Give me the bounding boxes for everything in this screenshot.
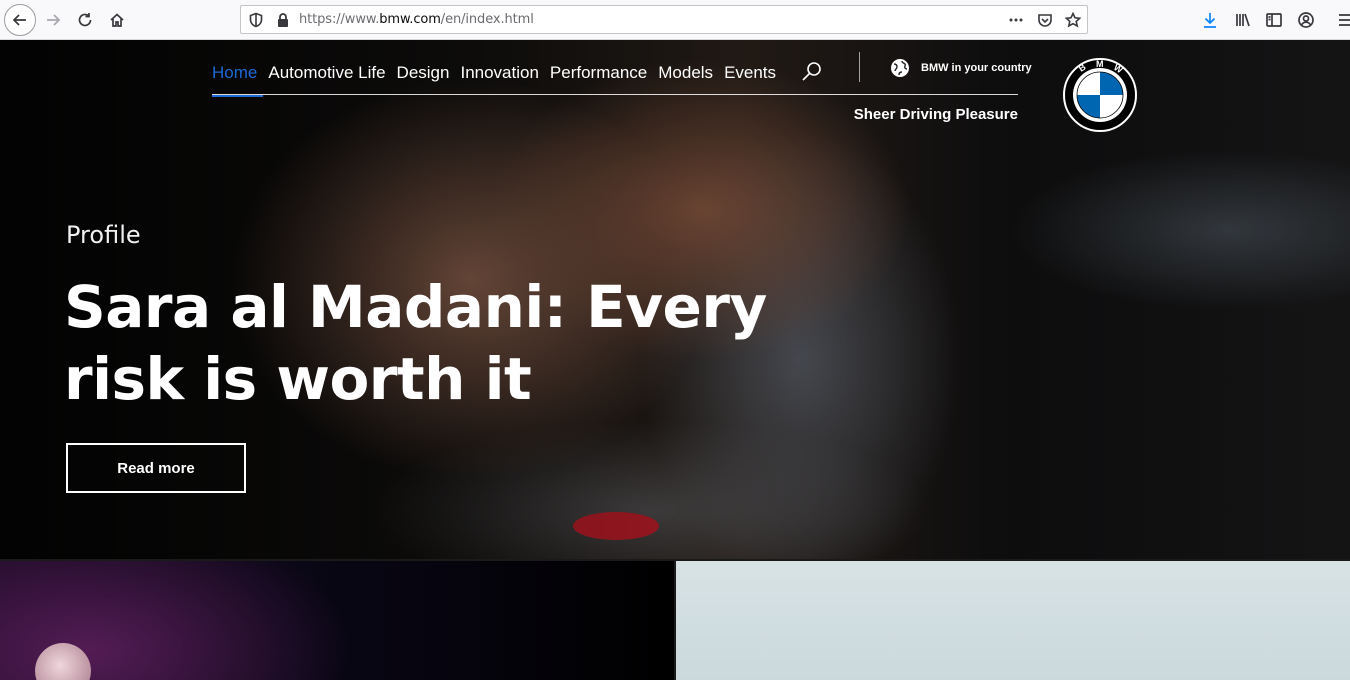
lock-icon[interactable] bbox=[274, 11, 292, 29]
brand-tagline: Sheer Driving Pleasure bbox=[853, 106, 1018, 123]
bmw-logo[interactable]: B M W bbox=[1063, 58, 1137, 132]
nav-item-design[interactable]: Design bbox=[397, 63, 450, 88]
hamburger-icon bbox=[1339, 14, 1350, 26]
account-icon bbox=[1298, 12, 1314, 28]
sidebar-icon bbox=[1266, 13, 1282, 27]
nav-divider bbox=[859, 52, 860, 82]
home-icon bbox=[110, 13, 124, 27]
country-link[interactable]: BMW in your country bbox=[921, 62, 1032, 74]
main-nav: Home Automotive Life Design Innovation P… bbox=[212, 60, 787, 97]
svg-text:M: M bbox=[1096, 59, 1104, 69]
url-text[interactable]: https://www.bmw.com/en/index.html bbox=[299, 12, 534, 27]
tile-image-detail bbox=[35, 643, 91, 680]
bookmark-star-icon[interactable] bbox=[1064, 11, 1082, 29]
sidebar-button[interactable] bbox=[1259, 5, 1289, 35]
shield-icon[interactable] bbox=[247, 11, 265, 29]
hero-banner: Home Automotive Life Design Innovation P… bbox=[0, 40, 1350, 559]
downloads-button[interactable] bbox=[1195, 5, 1225, 35]
teaser-tile-right[interactable] bbox=[676, 561, 1350, 680]
arrow-right-icon bbox=[47, 14, 61, 26]
read-more-button[interactable]: Read more bbox=[66, 443, 246, 493]
url-bar[interactable]: https://www.bmw.com/en/index.html bbox=[240, 5, 1088, 34]
home-button[interactable] bbox=[102, 5, 132, 35]
account-button[interactable] bbox=[1291, 5, 1321, 35]
browser-toolbar: https://www.bmw.com/en/index.html bbox=[0, 0, 1350, 40]
reload-icon bbox=[78, 13, 92, 27]
reload-button[interactable] bbox=[70, 5, 100, 35]
arrow-left-icon bbox=[12, 14, 26, 26]
page-actions-icon[interactable] bbox=[1007, 11, 1025, 29]
menu-button[interactable] bbox=[1330, 5, 1350, 35]
nav-item-automotive-life[interactable]: Automotive Life bbox=[268, 63, 385, 88]
forward-button[interactable] bbox=[38, 5, 68, 35]
library-icon bbox=[1236, 13, 1250, 27]
hero-headline: Sara al Madani: Every risk is worth it bbox=[64, 273, 767, 413]
nav-item-performance[interactable]: Performance bbox=[550, 63, 647, 88]
back-button[interactable] bbox=[4, 4, 36, 36]
search-icon[interactable] bbox=[800, 59, 824, 83]
pocket-icon[interactable] bbox=[1036, 11, 1054, 29]
nav-item-models[interactable]: Models bbox=[658, 63, 713, 88]
library-button[interactable] bbox=[1228, 5, 1258, 35]
hero-eyebrow: Profile bbox=[66, 221, 141, 249]
teaser-tile-left[interactable] bbox=[0, 561, 674, 680]
globe-icon[interactable] bbox=[890, 58, 910, 78]
nav-item-home[interactable]: Home bbox=[212, 63, 264, 97]
download-icon bbox=[1204, 13, 1216, 28]
nav-item-events[interactable]: Events bbox=[724, 63, 776, 88]
nav-underline bbox=[212, 94, 1018, 95]
nav-item-innovation[interactable]: Innovation bbox=[460, 63, 538, 88]
